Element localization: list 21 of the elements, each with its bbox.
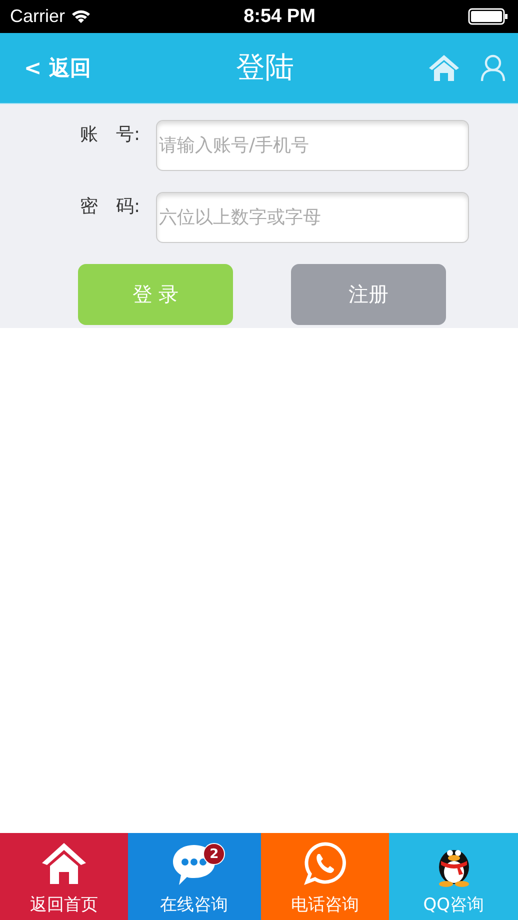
input-field[interactable]: 请输入账号/手机号 bbox=[156, 120, 469, 171]
user-icon[interactable] bbox=[480, 54, 506, 82]
input-field[interactable]: 六位以上数字或字母 bbox=[156, 192, 469, 243]
tab-bar-item[interactable]: 电话咨询 bbox=[260, 833, 390, 920]
unread-badge: 2 bbox=[203, 843, 226, 865]
login-button[interactable]: 登 录 bbox=[78, 264, 233, 325]
wifi-icon bbox=[71, 9, 92, 24]
tab-bar-item[interactable]: QQ咨询 bbox=[389, 833, 518, 920]
status-time: 8:54 PM bbox=[242, 6, 316, 28]
back-link[interactable]: < 返回 bbox=[24, 54, 91, 82]
page-title: 登陆 bbox=[236, 49, 294, 86]
field-label: 账 号: bbox=[80, 123, 142, 146]
phone-icon bbox=[302, 841, 347, 885]
field-label: 密 码: bbox=[80, 195, 142, 218]
carrier-label: Carrier bbox=[10, 6, 66, 27]
home-icon[interactable] bbox=[428, 54, 460, 82]
tab-bar-item[interactable]: 返回首页 bbox=[0, 833, 128, 920]
register-button[interactable]: 注册 bbox=[291, 264, 446, 325]
home-icon bbox=[40, 841, 87, 885]
battery-icon bbox=[468, 8, 508, 25]
tab-bar-item[interactable]: 2 在线咨询 bbox=[128, 833, 260, 920]
